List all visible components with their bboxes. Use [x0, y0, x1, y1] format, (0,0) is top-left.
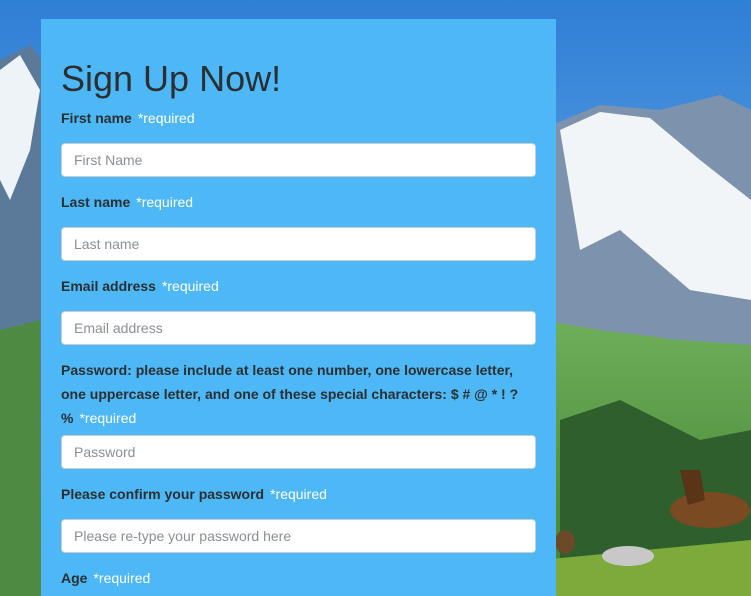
last-name-input[interactable] — [61, 227, 536, 261]
required-marker: *required — [79, 410, 137, 426]
last-name-label: Last name *required — [61, 190, 521, 214]
last-name-label-text: Last name — [61, 194, 131, 210]
password-label: Password: please include at least one nu… — [61, 358, 521, 430]
first-name-label-text: First name — [61, 110, 132, 126]
first-name-input[interactable] — [61, 143, 536, 177]
confirm-password-input[interactable] — [61, 519, 536, 553]
signup-form-panel: Sign Up Now! First name *required Last na… — [41, 19, 556, 596]
confirm-password-label-text: Please confirm your password — [61, 486, 265, 502]
first-name-label: First name *required — [61, 106, 521, 130]
confirm-password-label: Please confirm your password *required — [61, 482, 521, 506]
required-marker: *required — [270, 486, 327, 502]
email-label-text: Email address — [61, 278, 156, 294]
required-marker: *required — [136, 194, 194, 210]
password-input[interactable] — [61, 435, 536, 469]
required-marker: *required — [137, 110, 195, 126]
email-input[interactable] — [61, 311, 536, 345]
email-label: Email address *required — [61, 274, 521, 298]
required-marker: *required — [93, 570, 151, 586]
age-label-text: Age — [61, 570, 88, 586]
page-title: Sign Up Now! — [61, 58, 282, 99]
age-label: Age *required — [61, 566, 521, 590]
required-marker: *required — [161, 278, 219, 294]
